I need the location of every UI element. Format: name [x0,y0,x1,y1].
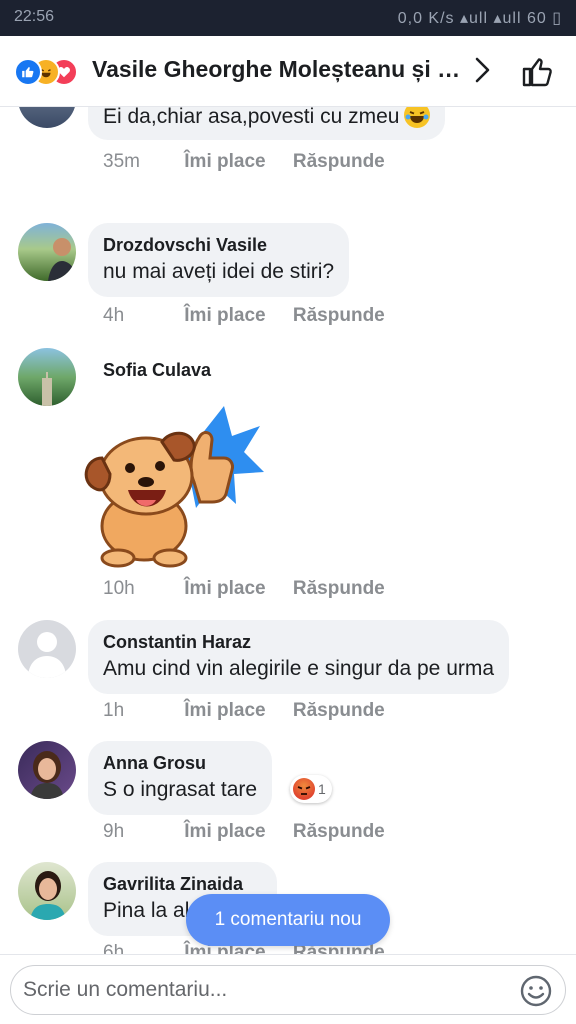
comment-item: Anna Grosu S o ingrasat tare 1 9h Îmi pl… [0,741,576,861]
comment-bubble[interactable]: Anna Grosu S o ingrasat tare [88,741,273,815]
laughing-tears-emoji-icon [403,106,430,128]
reaction-count: 1 [318,781,326,797]
comment-actions: 35m Îmi place Răspunde [103,151,407,173]
comment-bubble[interactable]: Ei da,chiar asa,povesti cu zmeu [88,106,445,140]
status-time: 22:56 [14,8,55,25]
comment-time: 6h [103,942,125,954]
comment-item: Drozdovschi Vasile nu mai aveți idei de … [0,223,576,343]
like-comment-link[interactable]: Îmi place [184,700,265,721]
comment-time: 35m [103,151,140,172]
reply-comment-link[interactable]: Răspunde [293,700,385,721]
comment-list[interactable]: Ei da,chiar asa,povesti cu zmeu 35m Îmi … [0,106,576,954]
comments-header: Vasile Gheorghe Moleșteanu și a... [0,36,576,107]
like-reaction-icon [14,58,42,86]
comment-actions: 10h Îmi place Răspunde [103,578,407,600]
comment-time: 4h [103,305,125,326]
comment-author[interactable]: Constantin Haraz [103,630,494,654]
status-bar: 22:56 0,0 K/s ▴ull ▴ull 60 ▯ [0,0,576,36]
comment-time: 9h [103,821,125,842]
comment-composer: Scrie un comentariu... [0,954,576,1024]
avatar[interactable] [18,106,76,128]
angry-reaction-icon [293,778,315,800]
comment-bubble[interactable]: Drozdovschi Vasile nu mai aveți idei de … [88,223,350,297]
reply-comment-link[interactable]: Răspunde [293,305,385,326]
comment-item: Constantin Haraz Amu cind vin alegirile … [0,620,576,740]
like-comment-link[interactable]: Îmi place [184,151,265,172]
comment-text: S o ingrasat tare [103,778,258,801]
smiley-icon[interactable] [519,974,553,1008]
reply-comment-link[interactable]: Răspunde [293,578,385,599]
comment-reaction-pill[interactable]: 1 [290,775,332,803]
comment-input-placeholder: Scrie un comentariu... [23,978,228,1001]
like-comment-link[interactable]: Îmi place [184,578,265,599]
comment-input[interactable]: Scrie un comentariu... [10,965,566,1015]
avatar[interactable] [18,862,76,920]
post-title[interactable]: Vasile Gheorghe Moleșteanu și a... [92,56,464,83]
new-comment-button[interactable]: 1 comentariu nou [186,894,390,946]
avatar[interactable] [18,741,76,799]
reply-comment-link[interactable]: Răspunde [293,821,385,842]
comment-author[interactable]: Drozdovschi Vasile [103,233,334,257]
comment-time: 1h [103,700,125,721]
comment-item: Ei da,chiar asa,povesti cu zmeu 35m Îmi … [0,106,576,210]
puppy-thumbs-up-sticker[interactable] [84,398,264,570]
comment-actions: 9h Îmi place Răspunde [103,821,407,843]
comment-author[interactable]: Gavrilita Zinaida [103,872,262,896]
avatar[interactable] [18,348,76,406]
comments-sheet: Vasile Gheorghe Moleșteanu și a... Ei da… [0,36,576,1024]
comment-actions: 1h Îmi place Răspunde [103,700,407,722]
comment-actions: 4h Îmi place Răspunde [103,305,407,327]
comment-bubble[interactable]: Constantin Haraz Amu cind vin alegirile … [88,620,510,694]
avatar[interactable] [18,223,76,281]
comment-author[interactable]: Anna Grosu [103,751,257,775]
like-comment-link[interactable]: Îmi place [184,821,265,842]
chevron-right-icon[interactable] [470,55,494,85]
comment-author[interactable]: Sofia Culava [103,358,211,382]
comment-text: Amu cind vin alegirile e singur da pe ur… [103,657,495,680]
default-avatar-icon[interactable] [18,620,76,678]
comment-text: nu mai aveți idei de stiri? [103,260,335,283]
status-indicators: 0,0 K/s ▴ull ▴ull 60 ▯ [397,10,562,27]
comment-time: 10h [103,578,135,599]
comment-item: Sofia Culava 10h Îmi place Răspunde [0,346,576,606]
reply-comment-link[interactable]: Răspunde [293,151,385,172]
comment-text: Ei da,chiar asa,povesti cu zmeu [103,106,400,128]
like-button-icon[interactable] [520,53,556,89]
like-comment-link[interactable]: Îmi place [184,305,265,326]
reaction-summary[interactable] [14,58,94,86]
